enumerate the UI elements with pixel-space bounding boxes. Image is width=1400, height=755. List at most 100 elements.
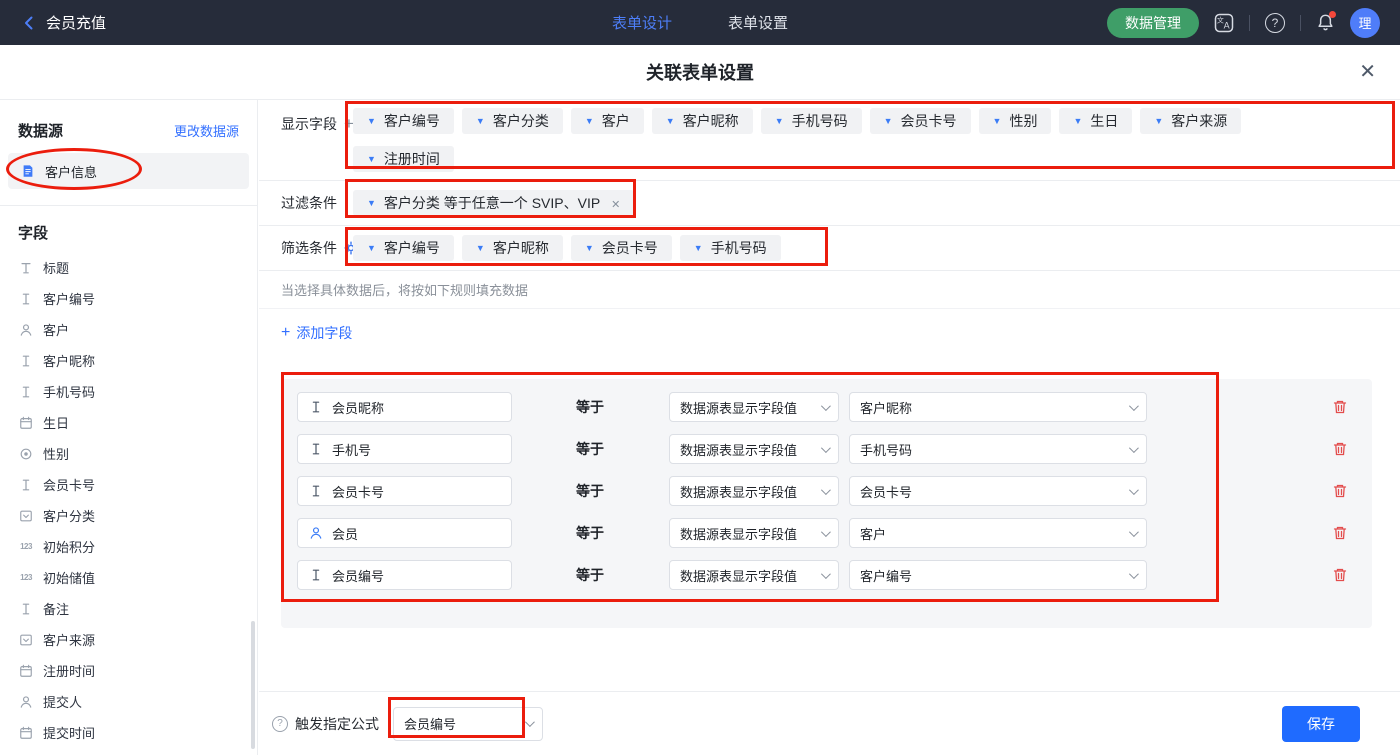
sidebar-scrollbar[interactable] xyxy=(251,621,255,749)
field-item[interactable]: 123 初始积分 xyxy=(0,531,257,562)
save-button[interactable]: 保存 xyxy=(1282,706,1360,742)
field-item[interactable]: 生日 xyxy=(0,407,257,438)
datasource-item-customer-info[interactable]: 客户信息 xyxy=(8,153,249,189)
display-field-tag[interactable]: 客户编号 xyxy=(353,108,454,134)
field-item[interactable]: 客户编号 xyxy=(0,283,257,314)
help-icon[interactable]: ? xyxy=(1265,13,1285,33)
field-item[interactable]: 提交人 xyxy=(0,686,257,717)
delete-icon[interactable] xyxy=(1332,525,1348,541)
rule-source-select[interactable]: 数据源表显示字段值 xyxy=(669,518,839,548)
display-field-tag[interactable]: 客户分类 xyxy=(462,108,563,134)
field-item[interactable]: 提交时间 xyxy=(0,717,257,748)
text-icon xyxy=(18,602,34,616)
rule-field-input[interactable]: 手机号 xyxy=(297,434,512,464)
field-item[interactable]: 123 初始储值 xyxy=(0,562,257,593)
text-icon xyxy=(18,478,34,492)
topbar-actions: 数据管理 文 A ? 理 xyxy=(1107,8,1380,38)
footer-bar: 触发指定公式 会员编号 保存 xyxy=(259,691,1400,755)
display-field-tag[interactable]: 注册时间 xyxy=(353,146,454,172)
screen-condition-tag[interactable]: 客户编号 xyxy=(353,235,454,261)
trigger-formula-select[interactable]: 会员编号 xyxy=(393,707,543,741)
field-label: 客户昵称 xyxy=(43,351,95,370)
rule-source-select[interactable]: 数据源表显示字段值 xyxy=(669,434,839,464)
rule-field-input[interactable]: 会员编号 xyxy=(297,560,512,590)
fill-rules-panel: 会员昵称 等于 数据源表显示字段值 客户昵称 xyxy=(281,379,1372,628)
field-item[interactable]: 客户来源 xyxy=(0,624,257,655)
field-item[interactable]: 客户昵称 xyxy=(0,345,257,376)
change-datasource-link[interactable]: 更改数据源 xyxy=(174,121,239,140)
field-label: 生日 xyxy=(43,413,69,432)
field-item[interactable]: 注册时间 xyxy=(0,655,257,686)
caret-down-icon xyxy=(367,244,376,253)
chevron-down-icon xyxy=(1129,527,1139,537)
field-item[interactable]: 性别 xyxy=(0,438,257,469)
field-item[interactable]: 客户分类 xyxy=(0,500,257,531)
rule-value-select[interactable]: 会员卡号 xyxy=(849,476,1147,506)
add-field-button[interactable]: 添加字段 xyxy=(281,323,352,343)
remove-icon[interactable] xyxy=(611,196,620,211)
caret-down-icon xyxy=(367,155,376,164)
caret-down-icon xyxy=(585,244,594,253)
field-item[interactable]: 客户 xyxy=(0,314,257,345)
field-label: 提交人 xyxy=(43,692,82,711)
close-icon[interactable] xyxy=(1359,62,1376,82)
rule-field-input[interactable]: 会员卡号 xyxy=(297,476,512,506)
field-list: 标题 客户编号 客户 客户昵称 xyxy=(0,252,257,748)
filter-condition-tag[interactable]: 客户分类 等于任意一个 SVIP、VIP xyxy=(353,190,634,216)
field-label: 客户编号 xyxy=(43,289,95,308)
back-button[interactable]: 会员充值 xyxy=(20,12,106,33)
question-circle-icon[interactable] xyxy=(272,716,288,732)
delete-icon[interactable] xyxy=(1332,567,1348,583)
field-item[interactable]: 备注 xyxy=(0,593,257,624)
select-icon xyxy=(18,633,34,647)
rule-field-value: 会员昵称 xyxy=(332,398,384,417)
rule-field-value: 会员卡号 xyxy=(332,482,384,501)
notification-bell-icon[interactable] xyxy=(1316,13,1335,32)
screen-condition-tag[interactable]: 手机号码 xyxy=(680,235,781,261)
avatar[interactable]: 理 xyxy=(1350,8,1380,38)
caret-down-icon xyxy=(476,244,485,253)
rule-source-value: 数据源表显示字段值 xyxy=(680,482,797,501)
text-icon xyxy=(18,354,34,368)
caret-down-icon xyxy=(1154,117,1163,126)
field-item[interactable]: 标题 xyxy=(0,252,257,283)
delete-icon[interactable] xyxy=(1332,483,1348,499)
modal-header: 关联表单设置 xyxy=(0,45,1400,100)
display-field-tag[interactable]: 客户来源 xyxy=(1140,108,1241,134)
delete-icon[interactable] xyxy=(1332,399,1348,415)
rule-field-input[interactable]: 会员昵称 xyxy=(297,392,512,422)
rule-row: 会员 等于 数据源表显示字段值 客户 xyxy=(297,518,1356,548)
screen-condition-tag[interactable]: 会员卡号 xyxy=(571,235,672,261)
rule-field-input[interactable]: 会员 xyxy=(297,518,512,548)
rule-value-select[interactable]: 客户昵称 xyxy=(849,392,1147,422)
data-manage-button[interactable]: 数据管理 xyxy=(1107,8,1199,38)
display-field-tag[interactable]: 客户 xyxy=(571,108,644,134)
rule-source-value: 数据源表显示字段值 xyxy=(680,440,797,459)
rule-source-select[interactable]: 数据源表显示字段值 xyxy=(669,476,839,506)
display-field-tag[interactable]: 客户昵称 xyxy=(652,108,753,134)
language-icon[interactable]: 文 A xyxy=(1214,13,1234,33)
rule-source-value: 数据源表显示字段值 xyxy=(680,398,797,417)
rule-source-select[interactable]: 数据源表显示字段值 xyxy=(669,560,839,590)
display-field-tag[interactable]: 手机号码 xyxy=(761,108,862,134)
field-item[interactable]: 手机号码 xyxy=(0,376,257,407)
display-field-tag[interactable]: 生日 xyxy=(1059,108,1132,134)
text-icon xyxy=(308,484,324,498)
rule-value-select[interactable]: 手机号码 xyxy=(849,434,1147,464)
page-title: 会员充值 xyxy=(46,12,106,33)
rule-source-select[interactable]: 数据源表显示字段值 xyxy=(669,392,839,422)
display-field-tag[interactable]: 性别 xyxy=(979,108,1052,134)
rule-value-select[interactable]: 客户编号 xyxy=(849,560,1147,590)
display-field-tag[interactable]: 会员卡号 xyxy=(870,108,971,134)
tag-label: 客户昵称 xyxy=(683,111,739,131)
field-label: 手机号码 xyxy=(43,382,95,401)
delete-icon[interactable] xyxy=(1332,441,1348,457)
display-field-tags: 客户编号 客户分类 客户 客户昵称 xyxy=(353,108,1333,172)
field-item[interactable]: 会员卡号 xyxy=(0,469,257,500)
rule-field-value: 手机号 xyxy=(332,440,371,459)
tab-form-settings[interactable]: 表单设置 xyxy=(728,12,788,33)
topbar: 会员充值 表单设计 表单设置 数据管理 文 A ? 理 xyxy=(0,0,1400,45)
screen-condition-tag[interactable]: 客户昵称 xyxy=(462,235,563,261)
tab-form-design[interactable]: 表单设计 xyxy=(612,12,672,33)
rule-value-select[interactable]: 客户 xyxy=(849,518,1147,548)
